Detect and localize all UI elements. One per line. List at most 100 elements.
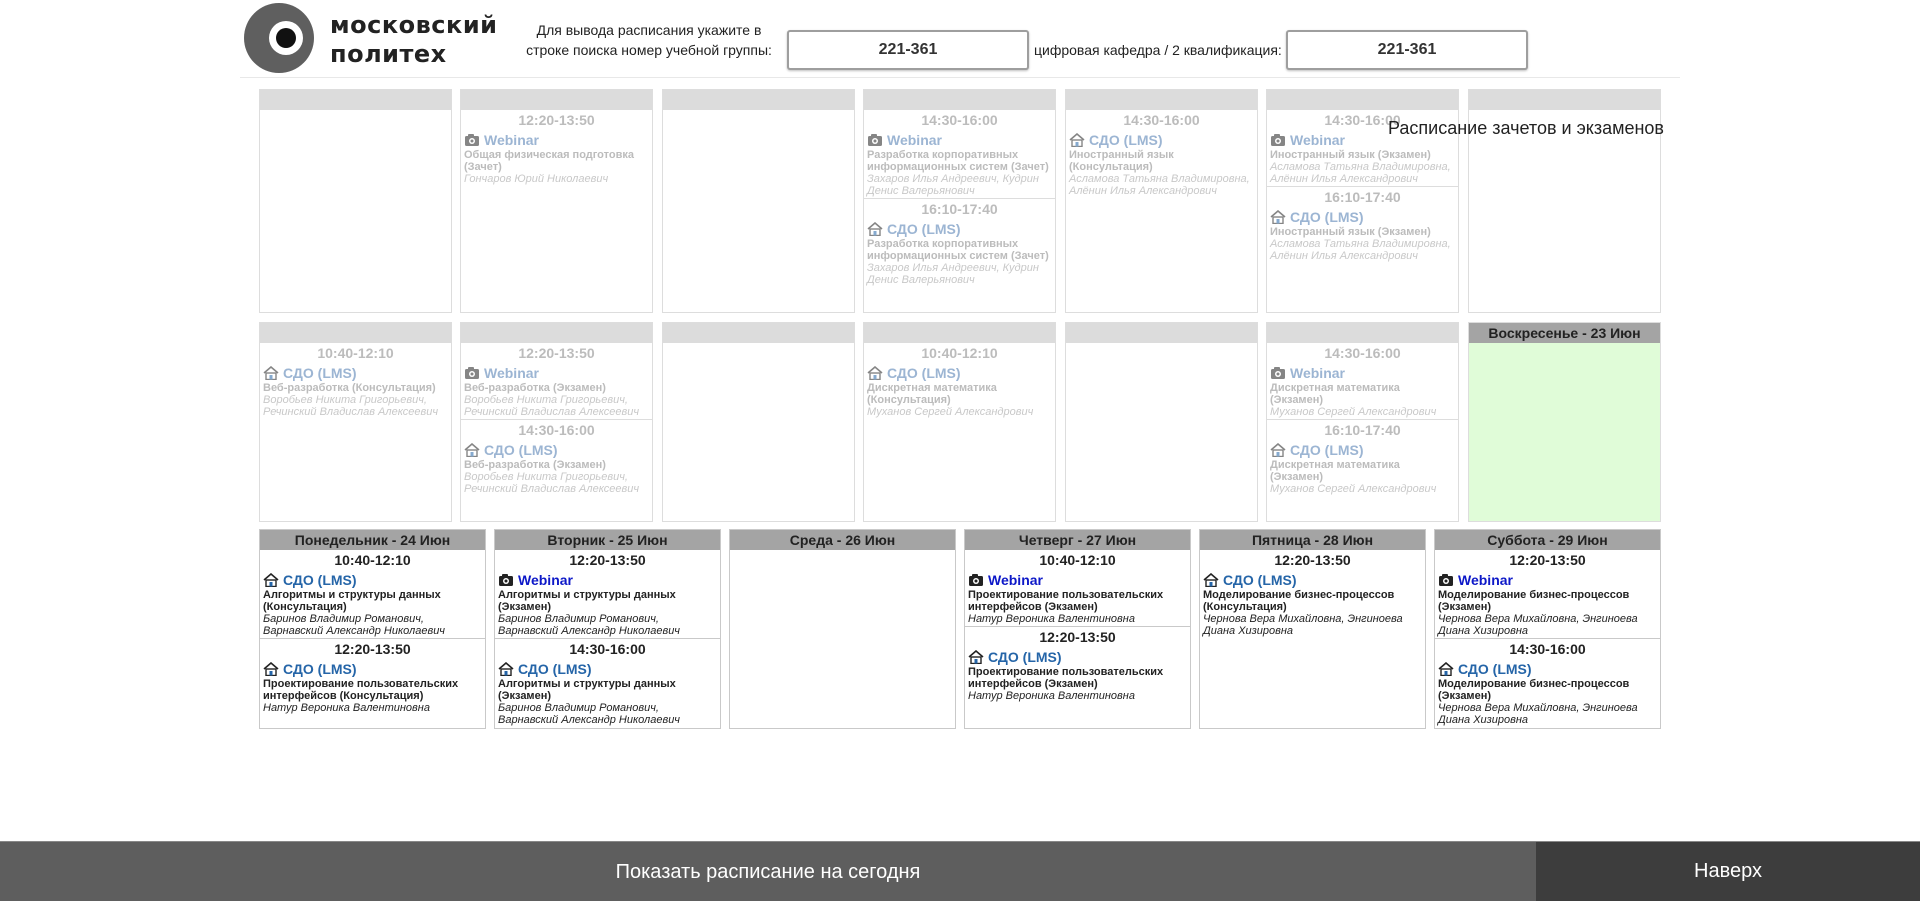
lesson-subject: Иностранный язык (Экзамен) [1270, 226, 1431, 238]
logo-text: московский политех [330, 11, 497, 69]
lesson-subject: Моделирование бизнес-процессов (Экзамен) [1438, 589, 1630, 613]
lesson-subject: Веб-разработка (Экзамен) [464, 382, 606, 394]
sdo-house-icon [464, 443, 480, 457]
day-title: Четверг - 20 Июн [864, 323, 1055, 343]
day-title: Пятница - 28 Июн [1200, 530, 1425, 550]
group-hint: Для вывода расписания укажите в строке п… [526, 22, 772, 58]
lesson-teacher: Баринов Владимир Романович, Варнавский А… [498, 702, 681, 726]
exams-schedule-link[interactable]: Расписание зачетов и экзаменов [1388, 117, 1664, 139]
show-today-button[interactable]: Показать расписание на сегодня [0, 842, 1536, 901]
lesson-room-label: Webinar [988, 572, 1043, 588]
lesson-teacher: Воробьев Никита Григорьевич, Речинский В… [464, 471, 640, 495]
lesson-time: 14:30-16:00 [1324, 345, 1401, 361]
day-title: Воскресенье - 16 Июн [1469, 90, 1660, 110]
lesson-room-link[interactable]: СДО (LMS) [1203, 571, 1422, 589]
lesson-room-link[interactable]: Webinar [498, 571, 717, 589]
sdo-house-icon [1069, 133, 1085, 147]
sdo-house-icon [1270, 210, 1286, 224]
lesson-subject: Веб-разработка (Экзамен) [464, 459, 606, 471]
lesson-room-link[interactable]: СДО (LMS) [464, 441, 649, 459]
lesson-room-link[interactable]: Webinar [464, 131, 649, 149]
lesson-teacher: Натур Вероника Валентиновна [968, 690, 1135, 702]
lesson-room-link[interactable]: СДО (LMS) [263, 364, 448, 382]
lesson-teacher: Воробьев Никита Григорьевич, Речинский В… [464, 394, 640, 418]
lesson-subject: Моделирование бизнес-процессов (Экзамен) [1438, 678, 1630, 702]
day-title: Суббота - 15 Июн [1267, 90, 1458, 110]
lesson: 12:20-13:50 СДО (LMS) Проектирование польз… [965, 627, 1190, 703]
lesson-subject: Разработка корпоративных информационных … [867, 238, 1049, 262]
day-cell: Четверг - 13 Июн 14:30-16:00 Webinar Разраб… [863, 89, 1056, 313]
lesson-room-label: СДО (LMS) [518, 661, 592, 677]
day-title: Понедельник - 10 Июн [260, 90, 451, 110]
lesson-time: 12:20-13:50 [334, 641, 411, 657]
lesson-time: 12:20-13:50 [518, 345, 595, 361]
lesson-room-label: СДО (LMS) [283, 661, 357, 677]
day-cell: Суббота - 22 Июн 14:30-16:00 Webinar Дискре… [1266, 322, 1459, 522]
lesson-teacher: Чернова Вера Михайловна, Энгиноева Диана… [1438, 613, 1638, 637]
lesson: 16:10-17:40 СДО (LMS) Разработка корпорати… [864, 199, 1055, 287]
lesson-room-label: СДО (LMS) [484, 442, 558, 458]
day-cell: Четверг - 27 Июн 10:40-12:10 Webinar Проект… [964, 529, 1191, 729]
lesson-room-label: СДО (LMS) [1223, 572, 1297, 588]
lesson-room-link[interactable]: Webinar [464, 364, 649, 382]
mospolytech-logo[interactable]: московский политех [244, 3, 497, 73]
lesson-room-link[interactable]: СДО (LMS) [1270, 208, 1455, 226]
lesson-room-label: СДО (LMS) [1089, 132, 1163, 148]
lesson-room-link[interactable]: Webinar [867, 131, 1052, 149]
lesson-room-link[interactable]: СДО (LMS) [1069, 131, 1254, 149]
lesson-time: 12:20-13:50 [518, 112, 595, 128]
day-title: Вторник - 11 Июн [461, 90, 652, 110]
lesson: 16:10-17:40 СДО (LMS) Дискретная математик… [1267, 420, 1458, 496]
lesson-room-label: СДО (LMS) [1458, 661, 1532, 677]
lesson: 14:30-16:00 Webinar Разработка корпоративн… [864, 110, 1055, 199]
logo-line2: политех [330, 40, 447, 68]
digital-department-group-input[interactable] [1286, 30, 1528, 70]
day-title: Понедельник - 17 Июн [260, 323, 451, 343]
lesson-teacher: Чернова Вера Михайловна, Энгиноева Диана… [1438, 702, 1638, 726]
lesson-room-label: Webinar [484, 365, 539, 381]
webinar-camera-icon [499, 574, 513, 586]
lesson-room-link[interactable]: СДО (LMS) [1438, 660, 1657, 678]
lesson-teacher: Гончаров Юрий Николаевич [464, 173, 609, 185]
sdo-house-icon [263, 573, 279, 587]
scroll-top-button[interactable]: Наверх [1536, 842, 1920, 901]
lesson: 16:10-17:40 СДО (LMS) Иностранный язык (Эк… [1267, 187, 1458, 263]
lesson-room-link[interactable]: СДО (LMS) [263, 571, 482, 589]
lesson: 12:20-13:50 Webinar Веб-разработка (Экзаме… [461, 343, 652, 420]
lesson-time: 14:30-16:00 [1509, 641, 1586, 657]
webinar-camera-icon [465, 134, 479, 146]
lesson-subject: Алгоритмы и структуры данных (Экзамен) [498, 678, 676, 702]
sdo-house-icon [1270, 443, 1286, 457]
lesson-time: 10:40-12:10 [1039, 552, 1116, 568]
day-title: Четверг - 27 Июн [965, 530, 1190, 550]
day-title: Суббота - 29 Июн [1435, 530, 1660, 550]
lesson-room-label: СДО (LMS) [283, 365, 357, 381]
footer-bar: Показать расписание на сегодня Наверх [0, 841, 1920, 901]
lesson-room-link[interactable]: СДО (LMS) [968, 648, 1187, 666]
lesson-time: 12:20-13:50 [569, 552, 646, 568]
lesson-room-link[interactable]: Webinar [1270, 364, 1455, 382]
day-cell: Пятница - 14 Июн 14:30-16:00 СДО (LMS) Инос… [1065, 89, 1258, 313]
lesson-subject: Алгоритмы и структуры данных (Консультац… [263, 589, 441, 613]
lesson-teacher: Асламова Татьяна Владимировна, Алёнин Ил… [1069, 173, 1250, 197]
lesson-teacher: Захаров Илья Андреевич, Кудрин Денис Вал… [867, 173, 1039, 197]
lesson-teacher: Натур Вероника Валентиновна [263, 702, 430, 714]
lesson-time: 12:20-13:50 [1509, 552, 1586, 568]
lesson-room-link[interactable]: СДО (LMS) [498, 660, 717, 678]
lesson-room-link[interactable]: СДО (LMS) [263, 660, 482, 678]
lesson-room-link[interactable]: СДО (LMS) [867, 364, 1052, 382]
lesson-room-label: Webinar [1458, 572, 1513, 588]
lesson: 10:40-12:10 СДО (LMS) Дискретная математик… [864, 343, 1055, 419]
lesson-subject: Проектирование пользовательских интерфей… [968, 666, 1164, 690]
lesson-subject: Общая физическая подготовка (Зачет) [464, 149, 634, 173]
sdo-house-icon [867, 366, 883, 380]
lesson-room-link[interactable]: Webinar [1438, 571, 1657, 589]
lesson-room-link[interactable]: СДО (LMS) [1270, 441, 1455, 459]
lesson-room-label: СДО (LMS) [283, 572, 357, 588]
lesson-room-link[interactable]: СДО (LMS) [867, 220, 1052, 238]
group-search-input[interactable] [787, 30, 1029, 70]
lesson-room-link[interactable]: Webinar [968, 571, 1187, 589]
lesson: 12:20-13:50 СДО (LMS) Проектирование польз… [260, 639, 485, 715]
day-cell: Воскресенье - 23 Июн [1468, 322, 1661, 522]
lesson-time: 14:30-16:00 [518, 422, 595, 438]
